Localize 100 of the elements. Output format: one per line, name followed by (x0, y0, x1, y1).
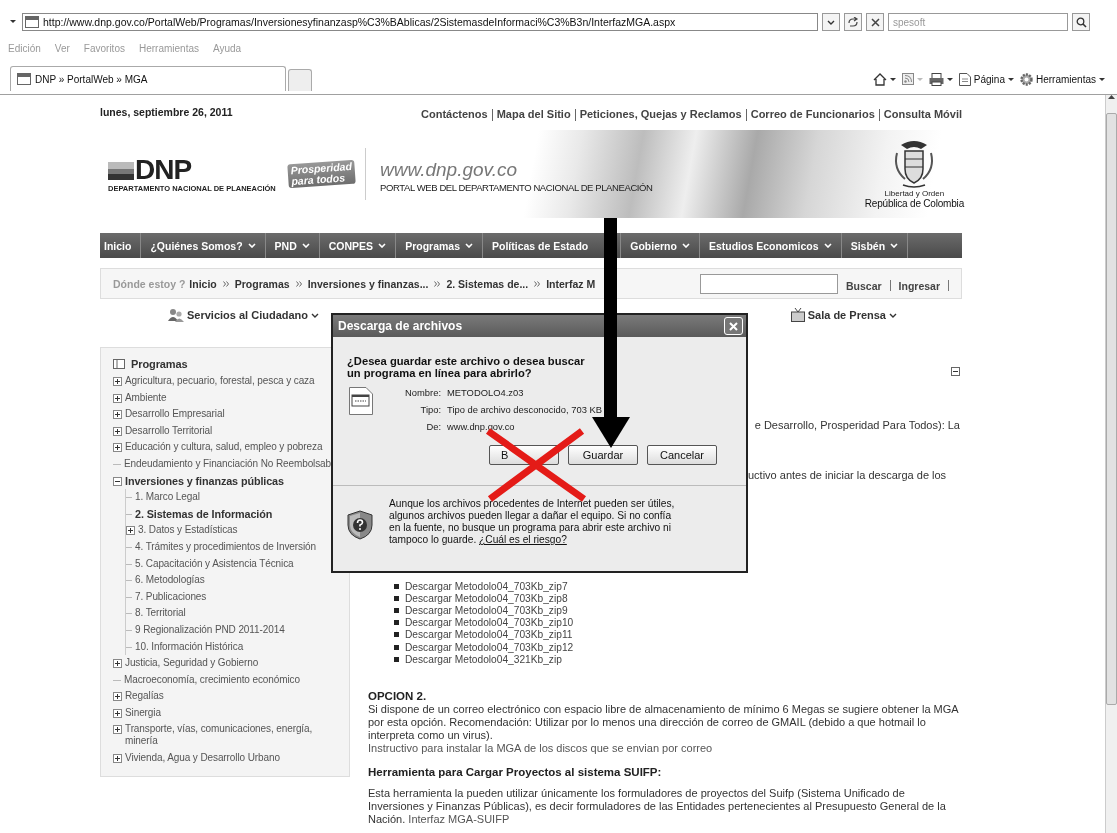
top-link[interactable]: Mapa del Sitio (491, 109, 575, 121)
tree-item[interactable]: 9 Regionalización PND 2011-2014 (126, 621, 349, 639)
tree-item[interactable]: Desarrollo Territorial (113, 422, 349, 440)
feed-icon[interactable] (901, 73, 914, 85)
dialog-button[interactable]: Guardar (568, 445, 638, 465)
tree-item[interactable]: 4. Trámites y procedimientos de Inversión (126, 538, 349, 556)
tree-item[interactable]: Ambiente (113, 389, 349, 407)
tree-item[interactable]: Macroeconomía, crecimiento económico (113, 671, 349, 689)
tree-item[interactable]: Inversiones y finanzas públicas (113, 472, 349, 490)
gear-icon (1019, 72, 1033, 86)
tree-item[interactable]: Desarrollo Empresarial (113, 406, 349, 423)
browser-tab[interactable]: DNP » PortalWeb » MGA (10, 66, 286, 91)
logo-text: DNP (135, 155, 192, 184)
search-link[interactable]: Buscar (837, 279, 890, 292)
menu-link[interactable]: Sala de Prensa (790, 305, 897, 325)
refresh-icon (847, 17, 859, 27)
instructions-link[interactable]: Instructivo para instalar la MGA de los discos que se envian por correo (368, 742, 960, 756)
download-link[interactable]: Descargar Metodolo04_703Kb_zip10 (405, 617, 574, 629)
tree-item[interactable]: 7. Publicaciones (126, 588, 349, 606)
body-text: e Desarrollo, Prosperidad Para Todos): La (754, 418, 960, 432)
nav-item[interactable]: ¿Quiénes Somos? (150, 233, 256, 258)
sidebar-title: Programas (131, 358, 188, 370)
close-button[interactable] (724, 317, 743, 335)
download-link[interactable]: Descargar Metodolo04_703Kb_zip12 (405, 641, 574, 653)
close-icon (870, 17, 880, 27)
paragraph: Si dispone de un correo electrónico con espacio libre de almacenamiento de mínimo 6 Megas se sugiere obtener la MGA por esta opción. Recomendación: Utilizar por lo menos una dirección de correo de GMAIL (debido a que hotmail lo interpreta como un virus). (368, 703, 960, 743)
tree-item[interactable]: 3. Datos y Estadísticas (126, 522, 349, 539)
section-heading: Herramienta para Cargar Proyectos al sistema SUIFP: (368, 766, 663, 779)
nav-item[interactable]: Inicio (104, 233, 132, 258)
vertical-scrollbar[interactable] (1105, 95, 1117, 833)
nav-item[interactable]: Estudios Economicos (708, 233, 832, 258)
close-icon (729, 321, 738, 331)
toolbar-button[interactable]: Página (958, 72, 1014, 86)
breadcrumb-link[interactable]: Inversiones y finanzas... (307, 277, 429, 290)
list-bullet (394, 595, 399, 601)
stop-button[interactable] (866, 13, 884, 31)
nav-item[interactable]: Gobierno (630, 233, 690, 258)
dropdown-caret-icon[interactable] (10, 20, 18, 24)
double-chevron-icon (222, 280, 229, 287)
printer-icon[interactable] (928, 72, 944, 86)
motto-text: Libertad y Orden (884, 189, 945, 198)
breadcrumb-link[interactable]: Interfaz M (546, 277, 596, 290)
breadcrumb-link[interactable]: 2. Sistemas de... (446, 277, 529, 290)
caret-icon (889, 77, 896, 81)
nav-item[interactable]: Sisbén (850, 233, 899, 258)
tree-item[interactable]: 5. Capacitación y Asistencia Técnica (126, 555, 349, 573)
address-field[interactable]: http://www.dnp.gov.co/PortalWeb/Programas/Inversionesyfinanzasp%C3%BAblicas/2SistemasdeInformaci%C3%B3n/InterfazMGA.aspx (22, 13, 818, 31)
login-link[interactable]: Ingresar (890, 279, 948, 292)
tree-item[interactable]: 10. Información Histórica (126, 638, 349, 656)
search-field[interactable] (699, 273, 838, 294)
tree-item[interactable]: Vivienda, Agua y Desarrollo Urbano (113, 750, 349, 767)
download-link[interactable]: Descargar Metodolo04_703Kb_zip7 (405, 580, 568, 592)
nav-item[interactable]: Políticas de Estado (492, 233, 589, 258)
up-arrow-icon (1108, 95, 1115, 99)
home-icon[interactable] (872, 72, 887, 86)
download-link[interactable]: Descargar Metodolo04_703Kb_zip11 (405, 629, 573, 641)
tree-item[interactable]: Educación y cultura, salud, empleo y pobreza (113, 439, 349, 456)
search-field[interactable]: spesoft (888, 13, 1068, 31)
caret-icon (827, 19, 835, 25)
top-link[interactable]: Correo de Funcionarios (745, 109, 879, 121)
tree-item[interactable]: Regalías (113, 688, 349, 705)
file-icon (349, 387, 373, 415)
tree-item[interactable]: 6. Metodologías (126, 572, 349, 589)
list-panel-icon (113, 359, 125, 369)
tree-item[interactable]: Justicia, Seguridad y Gobierno (113, 655, 349, 672)
nav-item[interactable]: Programas (405, 233, 473, 258)
download-link[interactable]: Descargar Metodolo04_321Kb_zip (405, 653, 562, 665)
dialog-question: ¿Desea guardar este archivo o desea buscar un programa en línea para abrirlo? (347, 355, 586, 379)
caret-icon (1099, 77, 1105, 81)
caret-icon (1007, 77, 1014, 81)
nav-item[interactable]: PND (274, 233, 310, 258)
people-icon (168, 308, 184, 322)
tree-item[interactable]: Transporte, vías, comunicaciones, energía, minería (113, 721, 349, 751)
field-label: Nombre: (404, 387, 441, 398)
field-label: De: (425, 421, 441, 432)
field-label: Tipo: (419, 404, 441, 415)
download-link[interactable]: Descargar Metodolo04_703Kb_zip9 (405, 604, 568, 616)
tree-item[interactable]: 8. Territorial (126, 605, 349, 622)
search-button[interactable] (1072, 13, 1090, 31)
page-icon (17, 73, 31, 85)
risk-link[interactable]: ¿Cuál es el riesgo? (479, 534, 567, 545)
toolbar-button[interactable]: Herramientas (1019, 72, 1105, 86)
tree-item[interactable]: Endeudamiento y Financiación No Reembolsab (113, 455, 349, 473)
top-link[interactable]: Contáctenos (417, 109, 492, 121)
download-link[interactable]: Descargar Metodolo04_703Kb_zip8 (405, 592, 568, 604)
tree-item[interactable]: 1. Marco Legal (126, 489, 349, 506)
tv-icon (790, 308, 805, 322)
breadcrumb-link[interactable]: Programas (234, 277, 290, 290)
nav-item[interactable]: CONPES (328, 233, 387, 258)
top-link[interactable]: Consulta Móvil (878, 109, 962, 121)
refresh-button[interactable] (844, 13, 862, 31)
interface-link[interactable]: Interfaz MGA-SUIFP (408, 813, 510, 826)
top-link[interactable]: Peticiones, Quejas y Reclamos (574, 109, 746, 121)
dialog-button[interactable]: Cancelar (647, 445, 717, 465)
breadcrumb-link[interactable]: Inicio (189, 277, 217, 290)
tree-item[interactable]: Sinergia (113, 704, 349, 722)
menu-link[interactable]: Servicios al Ciudadano (168, 305, 320, 325)
collapse-icon[interactable] (951, 367, 960, 376)
tree-item[interactable]: 2. Sistemas de Información (126, 505, 349, 523)
paragraph: Esta herramienta la pueden utilizar únicamente los formuladores de proyectos del Suifp (Sistema Unificado de Inversiones y Finanzas Públicas), es decir formuladores de las Entidades pertenecientes al Presupuesto General de la Nación. Interfaz MGA-SUIFP (368, 787, 947, 827)
